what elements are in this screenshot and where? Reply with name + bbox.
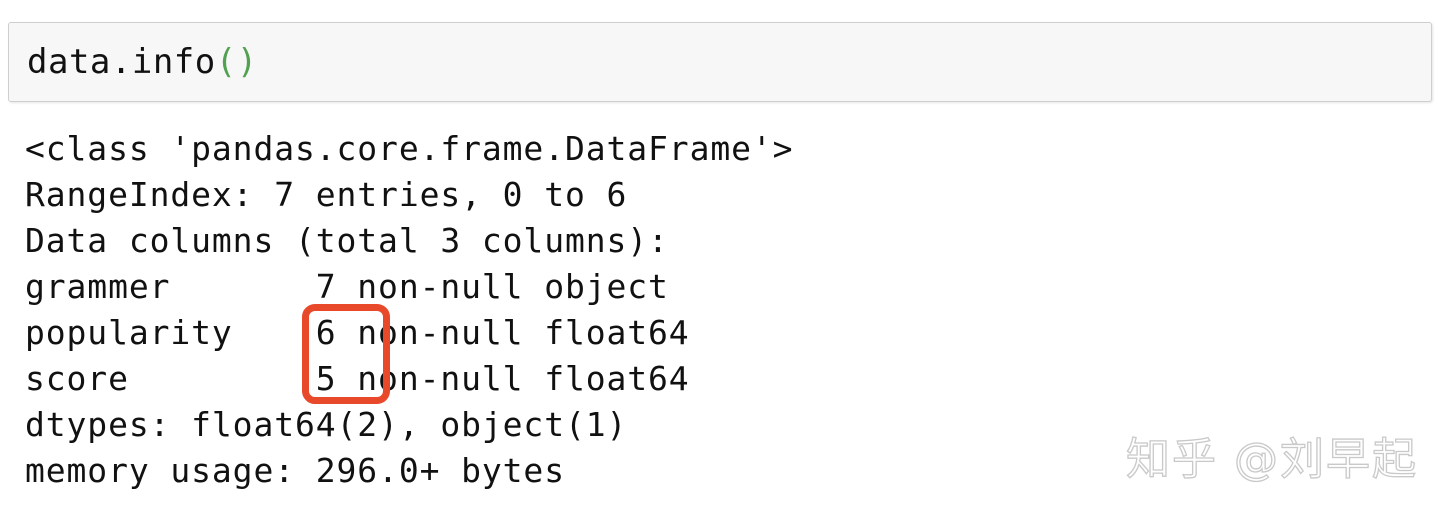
output-line: grammer 7 non-null object — [25, 267, 669, 306]
output-line: popularity 6 non-null float64 — [25, 313, 690, 352]
watermark: 知乎 @刘早起 — [1125, 433, 1418, 485]
output-line: RangeIndex: 7 entries, 0 to 6 — [25, 175, 628, 214]
code-input-cell[interactable]: data.info() — [8, 22, 1432, 102]
output-line: score 5 non-null float64 — [25, 359, 690, 398]
output-line: <class 'pandas.core.frame.DataFrame'> — [25, 129, 794, 168]
code-call-parentheses: () — [215, 42, 258, 82]
output-line: Data columns (total 3 columns): — [25, 221, 669, 260]
code-line[interactable]: data.info() — [27, 41, 258, 83]
code-expression-name: data.info — [27, 42, 216, 82]
